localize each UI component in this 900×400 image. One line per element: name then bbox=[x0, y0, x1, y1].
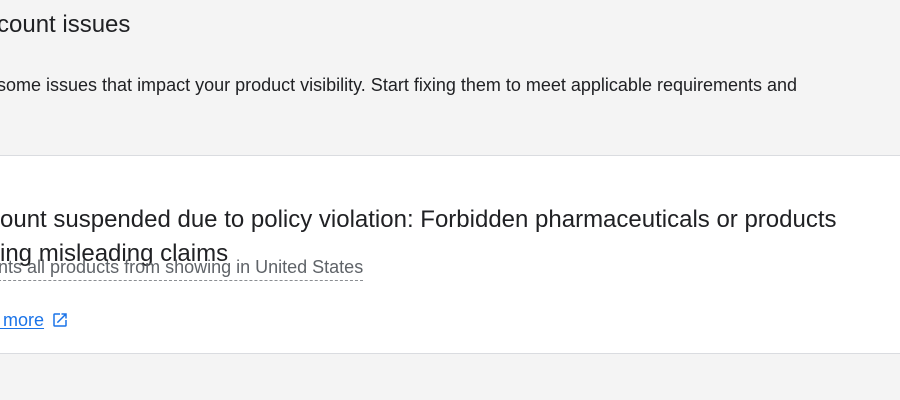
learn-more-link[interactable]: n more bbox=[0, 308, 69, 332]
learn-more-label: n more bbox=[0, 310, 45, 330]
external-link-icon bbox=[53, 313, 67, 327]
account-issues-page: count issues some issues that impact you… bbox=[0, 0, 900, 400]
issue-impact-help-text[interactable]: ents all products from showing in United… bbox=[0, 255, 364, 281]
account-suspension-issue-card: count suspended due to policy violation:… bbox=[0, 155, 900, 354]
page-description: some issues that impact your product vis… bbox=[0, 75, 798, 95]
page-title: count issues bbox=[0, 11, 131, 38]
issue-title-line-1: count suspended due to policy violation:… bbox=[0, 205, 837, 233]
